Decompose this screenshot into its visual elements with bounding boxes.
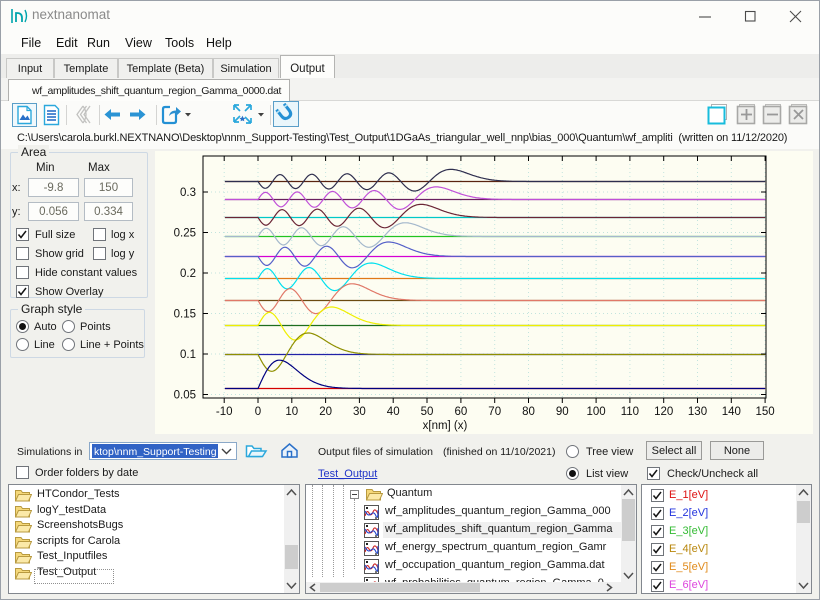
svg-text:10: 10 bbox=[285, 406, 298, 418]
svg-text:0: 0 bbox=[255, 406, 261, 418]
svg-text:100: 100 bbox=[587, 406, 606, 418]
svg-text:130: 130 bbox=[688, 406, 707, 418]
svg-text:0.25: 0.25 bbox=[174, 228, 196, 240]
svg-text:70: 70 bbox=[488, 406, 501, 418]
svg-text:90: 90 bbox=[556, 406, 569, 418]
svg-text:80: 80 bbox=[522, 406, 535, 418]
svg-text:40: 40 bbox=[387, 406, 400, 418]
svg-text:0.05: 0.05 bbox=[174, 390, 196, 402]
svg-text:0.3: 0.3 bbox=[180, 187, 196, 199]
svg-text:x[nm] (x): x[nm] (x) bbox=[423, 420, 468, 432]
svg-text:150: 150 bbox=[756, 406, 775, 418]
svg-text:0.2: 0.2 bbox=[180, 268, 196, 280]
svg-text:30: 30 bbox=[353, 406, 366, 418]
svg-text:0.1: 0.1 bbox=[180, 349, 196, 361]
svg-text:140: 140 bbox=[722, 406, 741, 418]
svg-text:50: 50 bbox=[421, 406, 434, 418]
svg-text:110: 110 bbox=[621, 406, 639, 418]
svg-text:0.15: 0.15 bbox=[174, 309, 196, 321]
svg-text:20: 20 bbox=[319, 406, 332, 418]
svg-text:60: 60 bbox=[455, 406, 468, 418]
svg-text:-10: -10 bbox=[216, 406, 233, 418]
svg-text:120: 120 bbox=[654, 406, 673, 418]
